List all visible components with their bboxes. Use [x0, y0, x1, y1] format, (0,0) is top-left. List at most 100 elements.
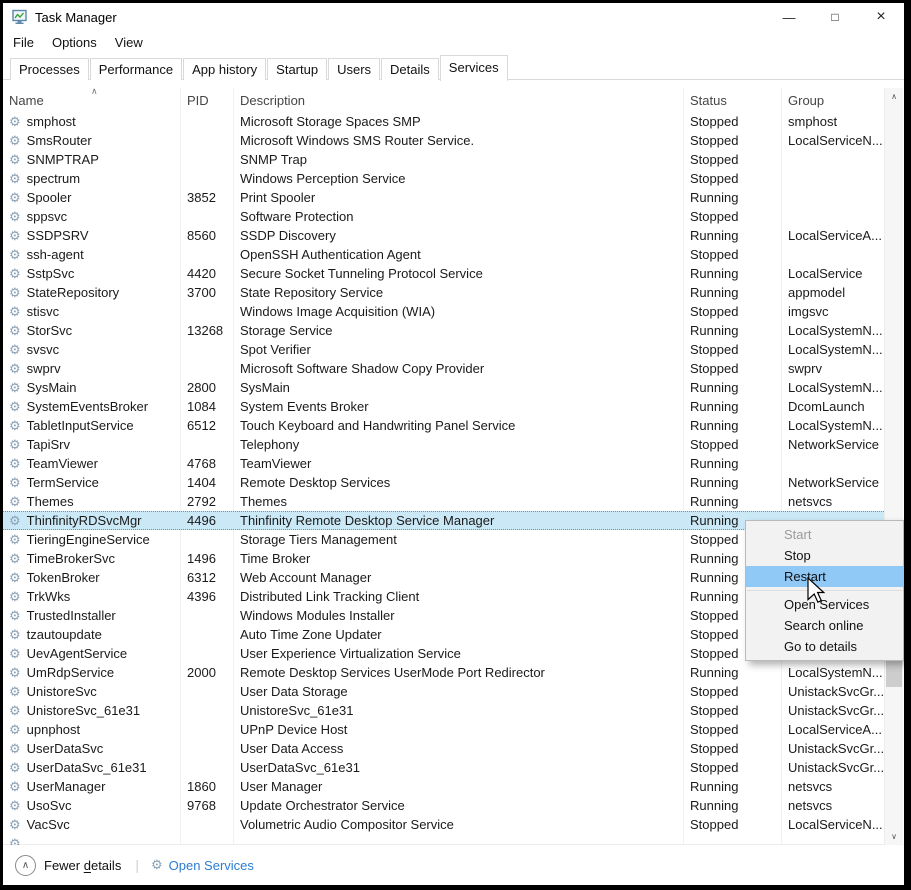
table-row[interactable]: ⚙	[3, 834, 884, 845]
service-name: ⚙TrkWks	[3, 587, 180, 606]
tab-users[interactable]: Users	[328, 58, 380, 80]
table-row[interactable]: ⚙Themes2792ThemesRunningnetsvcs	[3, 492, 884, 511]
service-name: ⚙tzautoupdate	[3, 625, 180, 644]
service-description: Microsoft Software Shadow Copy Provider	[233, 359, 683, 378]
table-row[interactable]: ⚙VacSvcVolumetric Audio Compositor Servi…	[3, 815, 884, 834]
service-name: ⚙SSDPSRV	[3, 226, 180, 245]
table-row[interactable]: ⚙SSDPSRV8560SSDP DiscoveryRunningLocalSe…	[3, 226, 884, 245]
service-group: LocalSystemN...	[781, 378, 884, 397]
table-row[interactable]: ⚙TermService1404Remote Desktop ServicesR…	[3, 473, 884, 492]
service-name: ⚙upnphost	[3, 720, 180, 739]
service-group: UnistackSvcGr...	[781, 758, 884, 777]
service-name: ⚙TimeBrokerSvc	[3, 549, 180, 568]
menu-item-start: Start	[746, 524, 903, 545]
fewer-details-text: Fewer	[44, 858, 84, 873]
tab-startup[interactable]: Startup	[267, 58, 327, 80]
service-gear-icon: ⚙	[9, 267, 21, 280]
table-row[interactable]: ⚙SNMPTRAPSNMP TrapStopped	[3, 150, 884, 169]
table-row[interactable]: ⚙Spooler3852Print SpoolerRunning	[3, 188, 884, 207]
table-row[interactable]: ⚙ssh-agentOpenSSH Authentication AgentSt…	[3, 245, 884, 264]
open-services-link[interactable]: Open Services	[169, 858, 254, 873]
table-row[interactable]: ⚙SystemEventsBroker1084System Events Bro…	[3, 397, 884, 416]
table-row[interactable]: ⚙svsvcSpot VerifierStoppedLocalSystemN..…	[3, 340, 884, 359]
service-description: Touch Keyboard and Handwriting Panel Ser…	[233, 416, 683, 435]
table-row[interactable]: ⚙SstpSvc4420Secure Socket Tunneling Prot…	[3, 264, 884, 283]
tab-services[interactable]: Services	[440, 55, 508, 81]
scroll-up-icon[interactable]: ∧	[885, 88, 903, 105]
table-row[interactable]: ⚙UserManager1860User ManagerRunningnetsv…	[3, 777, 884, 796]
maximize-button[interactable]: □	[812, 3, 858, 31]
table-row[interactable]: ⚙spectrumWindows Perception ServiceStopp…	[3, 169, 884, 188]
service-pid	[180, 245, 233, 264]
service-name: ⚙SystemEventsBroker	[3, 397, 180, 416]
service-description: Telephony	[233, 435, 683, 454]
tab-details[interactable]: Details	[381, 58, 439, 80]
service-pid: 2800	[180, 378, 233, 397]
service-description: UPnP Device Host	[233, 720, 683, 739]
table-row[interactable]: ⚙SysMain2800SysMainRunningLocalSystemN..…	[3, 378, 884, 397]
service-description: Auto Time Zone Updater	[233, 625, 683, 644]
table-row[interactable]: ⚙StorSvc13268Storage ServiceRunningLocal…	[3, 321, 884, 340]
table-row[interactable]: ⚙UserDataSvcUser Data AccessStoppedUnist…	[3, 739, 884, 758]
mouse-cursor	[807, 577, 829, 607]
service-group: UnistackSvcGr...	[781, 701, 884, 720]
service-description: TeamViewer	[233, 454, 683, 473]
table-row[interactable]: ⚙TabletInputService6512Touch Keyboard an…	[3, 416, 884, 435]
vertical-scrollbar[interactable]: ∧ ∨	[884, 88, 903, 845]
close-button[interactable]: ×	[858, 3, 904, 31]
service-name: ⚙SstpSvc	[3, 264, 180, 283]
fewer-details-button[interactable]: Fewer details	[44, 858, 121, 873]
table-row[interactable]: ⚙stisvcWindows Image Acquisition (WIA)St…	[3, 302, 884, 321]
menu-options[interactable]: Options	[43, 35, 106, 50]
service-gear-icon: ⚙	[9, 818, 21, 831]
table-row[interactable]: ⚙UsoSvc9768Update Orchestrator ServiceRu…	[3, 796, 884, 815]
service-gear-icon: ⚙	[9, 286, 21, 299]
menu-view[interactable]: View	[106, 35, 152, 50]
table-header: ∧ Name PID Description Status Group	[3, 88, 884, 112]
menu-item-go-to-details[interactable]: Go to details	[746, 636, 903, 657]
table-row[interactable]: ⚙TeamViewer4768TeamViewerRunning	[3, 454, 884, 473]
table-row[interactable]: ⚙UnistoreSvcUser Data StorageStoppedUnis…	[3, 682, 884, 701]
menu-item-search-online[interactable]: Search online	[746, 615, 903, 636]
column-header-status[interactable]: Status	[683, 88, 781, 112]
service-description: Spot Verifier	[233, 340, 683, 359]
table-row[interactable]: ⚙StateRepository3700State Repository Ser…	[3, 283, 884, 302]
services-gear-icon: ⚙	[151, 857, 163, 873]
column-header-group[interactable]: Group	[781, 88, 884, 112]
tab-app-history[interactable]: App history	[183, 58, 266, 80]
service-name: ⚙TapiSrv	[3, 435, 180, 454]
service-group	[781, 169, 884, 188]
table-row[interactable]: ⚙UserDataSvc_61e31UserDataSvc_61e31Stopp…	[3, 758, 884, 777]
tab-processes[interactable]: Processes	[10, 58, 89, 80]
table-row[interactable]: ⚙UnistoreSvc_61e31UnistoreSvc_61e31Stopp…	[3, 701, 884, 720]
service-pid: 6512	[180, 416, 233, 435]
service-gear-icon: ⚙	[9, 647, 21, 660]
service-pid	[180, 169, 233, 188]
table-row[interactable]: ⚙swprvMicrosoft Software Shadow Copy Pro…	[3, 359, 884, 378]
service-gear-icon: ⚙	[9, 837, 21, 845]
table-row[interactable]: ⚙TapiSrvTelephonyStoppedNetworkService	[3, 435, 884, 454]
table-row[interactable]: ⚙upnphostUPnP Device HostStoppedLocalSer…	[3, 720, 884, 739]
table-row[interactable]: ⚙smphostMicrosoft Storage Spaces SMPStop…	[3, 112, 884, 131]
service-status: Stopped	[683, 435, 781, 454]
service-pid	[180, 739, 233, 758]
fewer-details-chevron-icon[interactable]: ∧	[15, 855, 36, 876]
table-row[interactable]: ⚙SmsRouterMicrosoft Windows SMS Router S…	[3, 131, 884, 150]
service-pid: 6312	[180, 568, 233, 587]
service-group: LocalSystemN...	[781, 663, 884, 682]
tab-performance[interactable]: Performance	[90, 58, 182, 80]
service-gear-icon: ⚙	[9, 628, 21, 641]
menu-file[interactable]: File	[4, 35, 43, 50]
service-gear-icon: ⚙	[9, 362, 21, 375]
service-status: Running	[683, 264, 781, 283]
table-row[interactable]: ⚙UmRdpService2000Remote Desktop Services…	[3, 663, 884, 682]
menu-item-stop[interactable]: Stop	[746, 545, 903, 566]
column-header-pid[interactable]: PID	[180, 88, 233, 112]
scroll-down-icon[interactable]: ∨	[885, 828, 903, 845]
minimize-button[interactable]: —	[766, 3, 812, 31]
table-row[interactable]: ⚙sppsvcSoftware ProtectionStopped	[3, 207, 884, 226]
service-pid	[180, 815, 233, 834]
column-header-description[interactable]: Description	[233, 88, 683, 112]
scrollbar-thumb[interactable]	[886, 660, 902, 687]
service-pid: 4496	[180, 512, 233, 529]
